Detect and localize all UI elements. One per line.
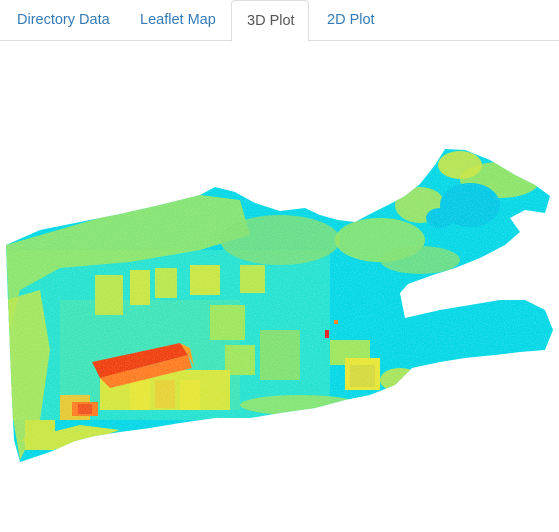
tab-3d-plot[interactable]: 3D Plot	[231, 0, 309, 42]
point-cloud-plot[interactable]	[0, 41, 559, 532]
plot-area[interactable]	[0, 41, 559, 532]
tab-leaflet-map[interactable]: Leaflet Map	[125, 0, 231, 40]
tab-2d-plot[interactable]: 2D Plot	[312, 0, 390, 40]
point-cloud	[6, 149, 553, 462]
tab-bar: Directory Data Leaflet Map 3D Plot 2D Pl…	[0, 0, 559, 42]
tab-directory-data[interactable]: Directory Data	[2, 0, 125, 40]
